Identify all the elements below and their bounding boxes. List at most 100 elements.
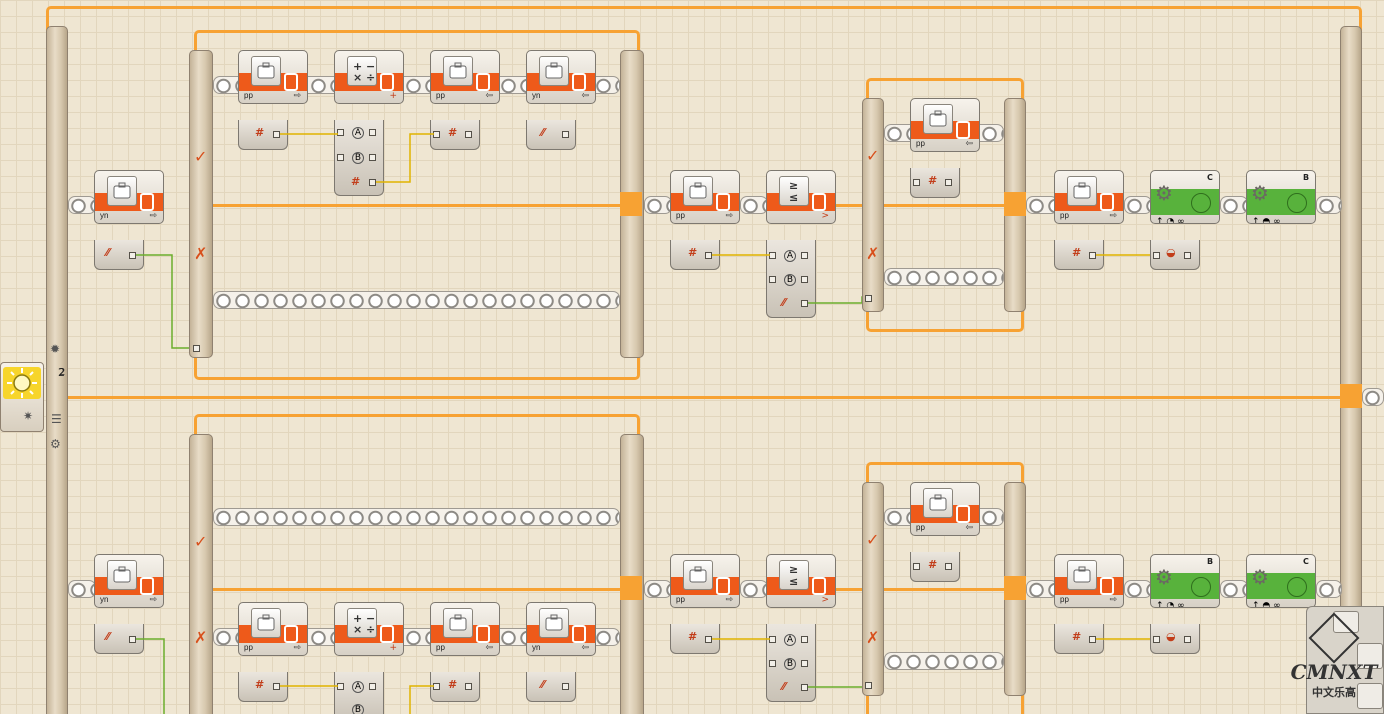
top-switch-junction: [620, 192, 642, 216]
logic-icon: ⁄⁄: [106, 246, 110, 259]
top-variable-yn[interactable]: yn ⇨: [94, 170, 166, 240]
top-switch-left[interactable]: [189, 50, 213, 358]
bottom-false-pp-2[interactable]: pp ⇦: [430, 602, 502, 672]
true-check-icon: ✓: [866, 146, 880, 165]
power-wire: [1096, 638, 1154, 640]
false-cross-icon: ✗: [194, 628, 208, 647]
bottom-inner-pp[interactable]: pp ⇦: [910, 482, 982, 552]
top-true-pp-1[interactable]: pp ⇨: [238, 50, 310, 120]
briefcase-icon: [539, 56, 569, 86]
watermark-emblem: [1308, 612, 1360, 664]
bottom-true-beam: [213, 508, 620, 526]
program-canvas[interactable]: 2 ✷ ✹ ☰ ⚙ 2 yn ⇨ ⁄⁄ ✓ ✗ pp ⇨ # + − × ÷ + A …: [0, 0, 1384, 714]
direction-icon: ↑ ◔ ∞: [1156, 601, 1185, 608]
bottom-variable-yn[interactable]: yn ⇨: [94, 554, 166, 624]
compare-symbol-1: ≥: [789, 179, 799, 192]
write-icon: ⇦: [581, 91, 589, 101]
bottom-false-yn[interactable]: yn ⇦: [526, 602, 598, 672]
top-true-math[interactable]: + − × ÷ +: [334, 50, 406, 120]
inner-left[interactable]: [862, 98, 884, 312]
plug[interactable]: [1184, 252, 1191, 259]
true-check-icon: ✓: [866, 530, 880, 549]
top-false-beam: [213, 291, 620, 309]
false-cross-icon: ✗: [866, 244, 880, 263]
logic-icon: ⁄⁄: [106, 630, 110, 643]
bottom-number-wires: [280, 685, 434, 714]
top-variable-pp[interactable]: pp ⇨: [670, 170, 742, 240]
flat-view-icon: ✷: [23, 409, 34, 423]
variable-name: pp: [916, 139, 925, 148]
variable-name: pp: [244, 91, 253, 100]
variable-name: pp: [676, 211, 685, 220]
plug[interactable]: [465, 131, 472, 138]
compare-symbol-2: ≤: [789, 575, 799, 588]
plug[interactable]: [562, 131, 569, 138]
write-icon: ⇦: [485, 643, 493, 653]
top-compare[interactable]: ≥ ≤ >: [766, 170, 838, 240]
bottom-switch-right[interactable]: [620, 434, 644, 714]
compare-symbol-1: ≥: [789, 563, 799, 576]
direction-icon: ↑ ◓ ∞: [1252, 217, 1281, 224]
number-icon: #: [1072, 630, 1082, 643]
plug[interactable]: [1184, 636, 1191, 643]
math-icon: + − × ÷: [347, 56, 377, 86]
variable-name: yn: [100, 595, 109, 604]
beam: [1124, 196, 1152, 214]
plug[interactable]: [945, 563, 952, 570]
switch-input-plug[interactable]: [865, 295, 872, 302]
top-inner-pp[interactable]: pp ⇦: [910, 98, 982, 168]
read-icon: ⇨: [725, 595, 733, 605]
power-plug[interactable]: [1153, 636, 1160, 643]
motor-indicator: [1191, 577, 1211, 597]
read-icon: ⇨: [149, 211, 157, 221]
plug[interactable]: [465, 683, 472, 690]
false-cross-icon: ✗: [866, 628, 880, 647]
motor-port: B: [1303, 173, 1310, 182]
read-icon: ⇨: [149, 595, 157, 605]
read-icon: ⇨: [1109, 211, 1117, 221]
plug[interactable]: [1089, 636, 1096, 643]
beam: [644, 580, 672, 598]
top-motor-c[interactable]: ⚙ C ↑ ◔ ∞: [1150, 170, 1222, 240]
briefcase-icon: [683, 560, 713, 590]
top-true-yn[interactable]: yn ⇦: [526, 50, 598, 120]
variable-name: pp: [916, 523, 925, 532]
power-plug[interactable]: [1153, 252, 1160, 259]
bottom-false-pp-1[interactable]: pp ⇨: [238, 602, 310, 672]
plug[interactable]: [913, 563, 920, 570]
inner-false-beam: [884, 268, 1004, 286]
bottom-false-math[interactable]: + − × ÷ +: [334, 602, 406, 672]
beam: [1220, 580, 1248, 598]
bottom-compare[interactable]: ≥ ≤ >: [766, 554, 838, 624]
inner-left[interactable]: [862, 482, 884, 696]
compare-icon: ≥ ≤: [779, 560, 809, 590]
compare-icon: ≥ ≤: [779, 176, 809, 206]
plug[interactable]: [562, 683, 569, 690]
number-icon: #: [688, 246, 698, 259]
gear-icon: ⚙: [1155, 565, 1173, 589]
bottom-variable-pp-3[interactable]: pp ⇨: [1054, 554, 1126, 624]
briefcase-icon: [443, 608, 473, 638]
power-icon: ◒: [1166, 630, 1176, 643]
motor-port: C: [1207, 173, 1213, 182]
bottom-variable-pp[interactable]: pp ⇨: [670, 554, 742, 624]
briefcase-icon: [251, 608, 281, 638]
plug[interactable]: [913, 179, 920, 186]
bottom-switch-left[interactable]: [189, 434, 213, 714]
light-sensor-switch[interactable]: 2 ✷: [0, 362, 65, 432]
top-variable-pp-3[interactable]: pp ⇨: [1054, 170, 1126, 240]
top-true-pp-2[interactable]: pp ⇦: [430, 50, 502, 120]
plug[interactable]: [1089, 252, 1096, 259]
list-icon: ☰: [51, 412, 62, 426]
plug[interactable]: [945, 179, 952, 186]
switch-input-plug[interactable]: [865, 682, 872, 689]
junction: [620, 576, 642, 600]
top-motor-b[interactable]: ⚙ B ↑ ◓ ∞: [1246, 170, 1318, 240]
switch-input-plug[interactable]: [193, 345, 200, 352]
write-icon: ⇦: [581, 643, 589, 653]
number-icon: #: [688, 630, 698, 643]
motor-indicator: [1191, 193, 1211, 213]
bottom-motor-b[interactable]: ⚙ B ↑ ◔ ∞: [1150, 554, 1222, 624]
gear-icon: ⚙: [1251, 565, 1269, 589]
main-right-junction: [1340, 384, 1362, 408]
